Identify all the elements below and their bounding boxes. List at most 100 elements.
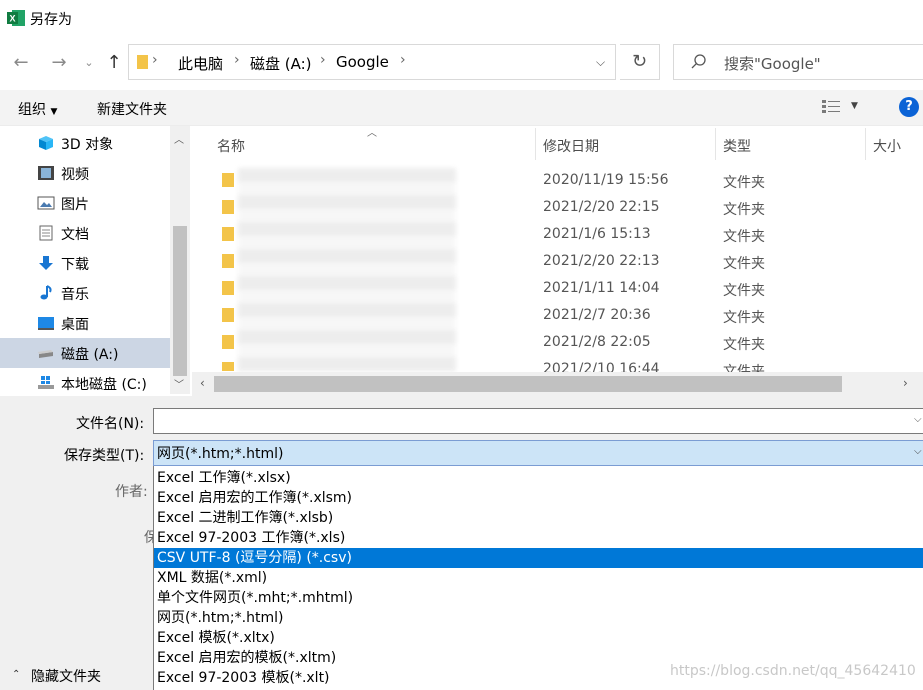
table-row[interactable]: 2021/1/6 15:13 文件夹 bbox=[192, 224, 882, 251]
svg-text:X: X bbox=[9, 14, 15, 24]
breadcrumb-this-pc[interactable]: 此电脑 bbox=[178, 53, 223, 74]
folder-icon bbox=[222, 200, 234, 214]
savetype-option[interactable]: 网页(*.htm;*.html) bbox=[154, 608, 923, 628]
scroll-left-chevron-icon[interactable]: ‹ bbox=[200, 376, 205, 390]
column-divider[interactable] bbox=[715, 128, 716, 160]
address-dropdown-chevron-icon[interactable]: ⌵ bbox=[585, 44, 616, 80]
column-header-size[interactable]: 大小 bbox=[873, 136, 901, 156]
row-date: 2021/1/11 14:04 bbox=[543, 280, 660, 296]
video-icon bbox=[37, 165, 55, 181]
filename-label: 文件名(N): bbox=[76, 416, 145, 432]
scroll-right-chevron-icon[interactable]: › bbox=[903, 376, 908, 390]
author-label: 作者: bbox=[115, 484, 148, 500]
sidebar-item-desktop[interactable]: 桌面 bbox=[0, 308, 170, 338]
refresh-icon[interactable]: ↻ bbox=[620, 44, 660, 80]
sidebar-item-label: 磁盘 (A:) bbox=[61, 347, 119, 363]
row-date: 2021/1/6 15:13 bbox=[543, 226, 651, 242]
view-options-triangle-icon[interactable]: ▼ bbox=[851, 101, 858, 111]
desktop-icon bbox=[37, 315, 55, 331]
drive-icon bbox=[37, 345, 55, 361]
breadcrumb-separator-icon[interactable]: › bbox=[400, 52, 406, 68]
documents-icon bbox=[37, 225, 55, 241]
sidebar-item-3d-objects[interactable]: 3D 对象 bbox=[0, 128, 170, 158]
column-header-date[interactable]: 修改日期 bbox=[543, 136, 599, 156]
table-row[interactable]: 2021/1/11 14:04 文件夹 bbox=[192, 278, 882, 305]
sidebar-item-label: 文档 bbox=[61, 227, 89, 243]
sidebar-item-video[interactable]: 视频 bbox=[0, 158, 170, 188]
sidebar-item-label: 本地磁盘 (C:) bbox=[61, 377, 147, 393]
savetype-option[interactable]: XML 数据(*.xml) bbox=[154, 568, 923, 588]
savetype-option[interactable]: Excel 模板(*.xltx) bbox=[154, 628, 923, 648]
row-date: 2021/2/8 22:05 bbox=[543, 334, 651, 350]
scroll-up-chevron-icon[interactable]: ︿ bbox=[174, 131, 184, 146]
pictures-icon bbox=[37, 195, 55, 211]
filename-dropdown-chevron-icon[interactable]: ⌵ bbox=[914, 414, 922, 425]
table-row[interactable]: 2021/2/10 16:44 文件夹 bbox=[192, 359, 882, 372]
back-arrow-icon[interactable]: ← bbox=[8, 50, 34, 76]
filename-input[interactable] bbox=[153, 408, 923, 434]
nav-scrollbar-thumb[interactable] bbox=[173, 226, 187, 376]
sidebar-item-music[interactable]: 音乐 bbox=[0, 278, 170, 308]
row-date: 2021/2/20 22:13 bbox=[543, 253, 660, 269]
dropdown-triangle-icon: ▼ bbox=[50, 107, 58, 117]
savetype-option[interactable]: Excel 二进制工作簿(*.xlsb) bbox=[154, 508, 923, 528]
column-divider[interactable] bbox=[535, 128, 536, 160]
folder-icon bbox=[222, 335, 234, 349]
sidebar-item-label: 音乐 bbox=[61, 287, 89, 303]
table-row[interactable]: 2020/11/19 15:56 文件夹 bbox=[192, 170, 882, 197]
sidebar-item-download[interactable]: 下载 bbox=[0, 248, 170, 278]
table-row[interactable]: 2021/2/20 22:15 文件夹 bbox=[192, 197, 882, 224]
hide-folders-button[interactable]: 隐藏文件夹 bbox=[31, 666, 101, 686]
organize-menu-button[interactable]: 组织 ▼ bbox=[18, 99, 57, 119]
up-arrow-icon[interactable]: ↑ bbox=[101, 50, 127, 76]
table-row[interactable]: 2021/2/7 20:36 文件夹 bbox=[192, 305, 882, 332]
folder-icon bbox=[137, 55, 148, 69]
savetype-option[interactable]: CSV UTF-8 (逗号分隔) (*.csv) bbox=[154, 548, 923, 568]
sidebar-item-label: 桌面 bbox=[61, 317, 89, 333]
row-type: 文件夹 bbox=[723, 229, 765, 245]
sidebar-item-label: 下载 bbox=[61, 257, 89, 273]
row-type: 文件夹 bbox=[723, 256, 765, 272]
breadcrumb-drive-a[interactable]: 磁盘 (A:) bbox=[250, 53, 312, 74]
scroll-down-chevron-icon[interactable]: ﹀ bbox=[174, 376, 184, 391]
breadcrumb-separator-icon[interactable]: › bbox=[320, 52, 326, 68]
download-icon bbox=[37, 255, 55, 271]
windows-drive-icon bbox=[37, 375, 55, 391]
savetype-selected-value: 网页(*.htm;*.html) bbox=[157, 446, 284, 462]
row-date: 2020/11/19 15:56 bbox=[543, 172, 669, 188]
view-details-icon[interactable] bbox=[822, 100, 840, 114]
sort-ascending-chevron-icon: ︿ bbox=[367, 128, 377, 139]
column-divider[interactable] bbox=[865, 128, 866, 160]
table-row[interactable]: 2021/2/8 22:05 文件夹 bbox=[192, 332, 882, 359]
help-icon[interactable]: ? bbox=[899, 97, 919, 117]
savetype-option[interactable]: Excel 工作簿(*.xlsx) bbox=[154, 468, 923, 488]
folder-icon bbox=[222, 281, 234, 295]
savetype-option[interactable]: Excel 97-2003 工作簿(*.xls) bbox=[154, 528, 923, 548]
recent-locations-chevron-icon[interactable]: ⌄ bbox=[76, 50, 102, 76]
organize-label: 组织 bbox=[18, 102, 46, 118]
sidebar-item-documents[interactable]: 文档 bbox=[0, 218, 170, 248]
folder-icon bbox=[222, 227, 234, 241]
row-type: 文件夹 bbox=[723, 202, 765, 218]
forward-arrow-icon[interactable]: → bbox=[46, 50, 72, 76]
sidebar-item-pictures[interactable]: 图片 bbox=[0, 188, 170, 218]
savetype-option[interactable]: 单个文件网页(*.mht;*.mhtml) bbox=[154, 588, 923, 608]
row-type: 文件夹 bbox=[723, 310, 765, 326]
savetype-label: 保存类型(T): bbox=[64, 448, 145, 464]
breadcrumb-separator-icon[interactable]: › bbox=[234, 52, 240, 68]
table-row[interactable]: 2021/2/20 22:13 文件夹 bbox=[192, 251, 882, 278]
savetype-dropdown-chevron-icon[interactable]: ⌵ bbox=[914, 446, 922, 457]
new-folder-button[interactable]: 新建文件夹 bbox=[97, 99, 167, 119]
sidebar-item-label: 图片 bbox=[61, 197, 89, 213]
sidebar-item-drive[interactable]: 磁盘 (A:) bbox=[0, 338, 170, 368]
column-header-type[interactable]: 类型 bbox=[723, 136, 751, 156]
row-type: 文件夹 bbox=[723, 175, 765, 191]
breadcrumb-google[interactable]: Google bbox=[336, 53, 389, 71]
sidebar-item-windows-drive[interactable]: 本地磁盘 (C:) bbox=[0, 368, 170, 398]
collapse-chevron-icon[interactable]: ⌃ bbox=[12, 669, 20, 680]
horizontal-scrollbar-thumb[interactable] bbox=[214, 376, 842, 392]
column-header-name[interactable]: 名称 bbox=[217, 136, 245, 156]
savetype-option[interactable]: Excel 启用宏的工作簿(*.xlsm) bbox=[154, 488, 923, 508]
row-type: 文件夹 bbox=[723, 337, 765, 353]
row-type: 文件夹 bbox=[723, 283, 765, 299]
